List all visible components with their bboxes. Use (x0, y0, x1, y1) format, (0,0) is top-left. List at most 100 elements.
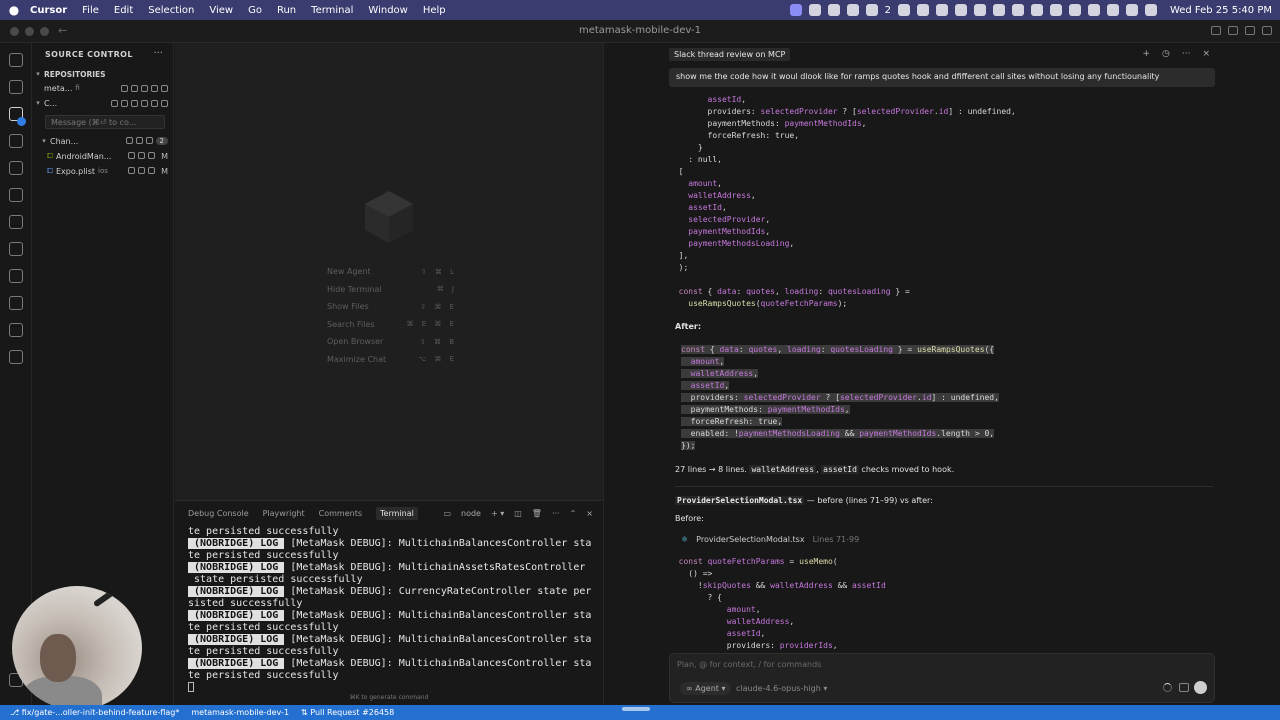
history-icon[interactable]: ◷ (1162, 49, 1170, 59)
more-icon[interactable] (161, 84, 168, 92)
zoom-icon[interactable] (808, 4, 821, 16)
history-icon[interactable] (151, 99, 158, 107)
open-file-icon[interactable] (125, 137, 133, 144)
microphone-icon[interactable] (1194, 681, 1207, 694)
cmd-show-files[interactable]: Show Files ⇧ ⌘ E (327, 298, 457, 316)
menu-go[interactable]: Go (248, 5, 262, 16)
cmd-open-browser[interactable]: Open Browser ⇧ ⌘ B (327, 333, 457, 351)
docker-icon[interactable] (9, 323, 23, 337)
check-icon[interactable] (151, 84, 158, 92)
feather-icon[interactable] (935, 4, 948, 16)
toggle-sidebar-icon[interactable] (1211, 26, 1221, 35)
explorer-icon[interactable] (9, 53, 23, 67)
grid-icon[interactable] (897, 4, 910, 16)
github-icon[interactable] (9, 161, 23, 175)
pull-request[interactable]: ⇅ Pull Request #26458 (301, 708, 394, 717)
trash-icon[interactable]: 🗑 (532, 509, 542, 518)
git-branch[interactable]: ⎇ fix/gate-...oller-init-behind-feature-… (10, 708, 179, 717)
cmd-hide-terminal[interactable]: Hide Terminal ⌘ J (327, 281, 457, 299)
check-icon[interactable] (141, 99, 148, 107)
remote-explorer-icon[interactable] (9, 350, 23, 364)
close-panel-icon[interactable]: × (586, 509, 593, 518)
chat-input-placeholder[interactable]: Plan, @ for context, / for commands (677, 660, 821, 669)
tab-debug-console[interactable]: Debug Console (188, 509, 249, 518)
toggle-panel-icon[interactable] (1228, 26, 1238, 35)
more-icon[interactable]: ··· (1182, 49, 1191, 59)
discard-icon[interactable] (138, 151, 146, 159)
refresh-icon[interactable] (161, 99, 168, 107)
notification-icon[interactable] (865, 4, 878, 16)
extensions-icon[interactable] (9, 188, 23, 202)
new-chat-icon[interactable]: + (1142, 49, 1150, 59)
mail-icon[interactable] (973, 4, 986, 16)
list-icon[interactable] (111, 99, 118, 107)
siri-icon[interactable] (1144, 4, 1157, 16)
stage-icon[interactable] (148, 151, 156, 159)
cmd-search-files[interactable]: Search Files ⌘ E ⌘ E (327, 316, 457, 334)
notion-icon[interactable] (916, 4, 929, 16)
shell-name[interactable]: node (461, 509, 481, 518)
stage-icon[interactable] (148, 166, 156, 174)
menu-window[interactable]: Window (368, 5, 407, 16)
headphones-icon[interactable] (827, 4, 840, 16)
terminal-output[interactable]: te persisted successfully (NOBRIDGE) LOG… (188, 526, 598, 682)
customize-layout-icon[interactable] (1262, 26, 1272, 35)
search-icon[interactable] (9, 80, 23, 94)
discard-icon[interactable] (135, 137, 143, 144)
menu-terminal[interactable]: Terminal (311, 5, 353, 16)
apple-icon[interactable]: ● (8, 3, 20, 17)
run-debug-icon[interactable] (9, 134, 23, 148)
open-file-icon[interactable] (128, 166, 136, 174)
branch-icon[interactable] (131, 84, 138, 92)
chat-tab-title[interactable]: Slack thread review on MCP (669, 48, 791, 61)
maximize-panel-icon[interactable]: ⌃ (570, 509, 577, 518)
user-prompt[interactable]: show me the code how it woul dlook like … (669, 68, 1215, 87)
code-after-lines[interactable]: const { data: quotes, loading: quotesLoa… (681, 344, 999, 452)
commit-icon[interactable] (141, 84, 148, 92)
bolt-icon[interactable] (9, 296, 23, 310)
changes-group-row[interactable]: ▾ C... (32, 96, 174, 110)
menu-app[interactable]: Cursor (30, 5, 67, 16)
figma-icon[interactable] (9, 269, 23, 283)
file-reference[interactable]: ⚛ ProviderSelectionModal.tsx Lines 71-99 (681, 535, 859, 544)
commit-message-input[interactable]: Message (⌘⏎ to co... (45, 115, 165, 129)
moon-icon[interactable] (1030, 4, 1043, 16)
control-center-icon[interactable] (1125, 4, 1138, 16)
branch-icon[interactable] (131, 99, 138, 107)
cmd-new-agent[interactable]: New Agent ⇧ ⌘ L (327, 263, 457, 281)
discard-icon[interactable] (138, 166, 146, 174)
play-icon[interactable] (1011, 4, 1024, 16)
tab-comments[interactable]: Comments (319, 509, 362, 518)
model-selector[interactable]: claude-4.6-opus-high ▾ (736, 684, 827, 693)
image-attach-icon[interactable] (1179, 683, 1189, 692)
menu-edit[interactable]: Edit (114, 5, 133, 16)
workspace-name[interactable]: metamask-mobile-dev-1 (191, 708, 289, 717)
file-row[interactable]: ⧠ Expo.plist ios M (32, 164, 174, 178)
file-row[interactable]: ⧠ AndroidMan... M (32, 149, 174, 163)
tree-icon[interactable] (121, 99, 128, 107)
repositories-header[interactable]: ▾ REPOSITORIES (32, 67, 174, 81)
agent-mode-dropdown[interactable]: ∞ Agent ▾ (680, 682, 732, 695)
vpn-icon[interactable] (954, 4, 967, 16)
tab-terminal[interactable]: Terminal (376, 506, 418, 520)
menu-run[interactable]: Run (277, 5, 296, 16)
more-actions-icon[interactable]: ··· (153, 48, 163, 59)
menubar-clock[interactable]: Wed Feb 25 5:40 PM (1170, 5, 1272, 16)
open-file-icon[interactable] (128, 151, 136, 159)
bluetooth-icon[interactable] (1049, 4, 1062, 16)
screen-record-icon[interactable] (789, 4, 802, 16)
tab-playwright[interactable]: Playwright (263, 509, 305, 518)
deploy-icon[interactable] (9, 215, 23, 229)
wifi-icon[interactable] (1068, 4, 1081, 16)
testing-icon[interactable] (9, 242, 23, 256)
sync-icon[interactable] (121, 84, 128, 92)
search-icon[interactable] (1087, 4, 1100, 16)
cloud-icon[interactable] (992, 4, 1005, 16)
menu-file[interactable]: File (82, 5, 99, 16)
chat-input-box[interactable]: Plan, @ for context, / for commands ∞ Ag… (669, 653, 1215, 703)
more-icon[interactable]: ··· (552, 509, 560, 518)
changes-row[interactable]: ▾ Chan... 2 (32, 134, 174, 148)
app-icon[interactable] (846, 4, 859, 16)
menu-selection[interactable]: Selection (148, 5, 194, 16)
split-terminal-icon[interactable]: ◫ (514, 509, 522, 518)
